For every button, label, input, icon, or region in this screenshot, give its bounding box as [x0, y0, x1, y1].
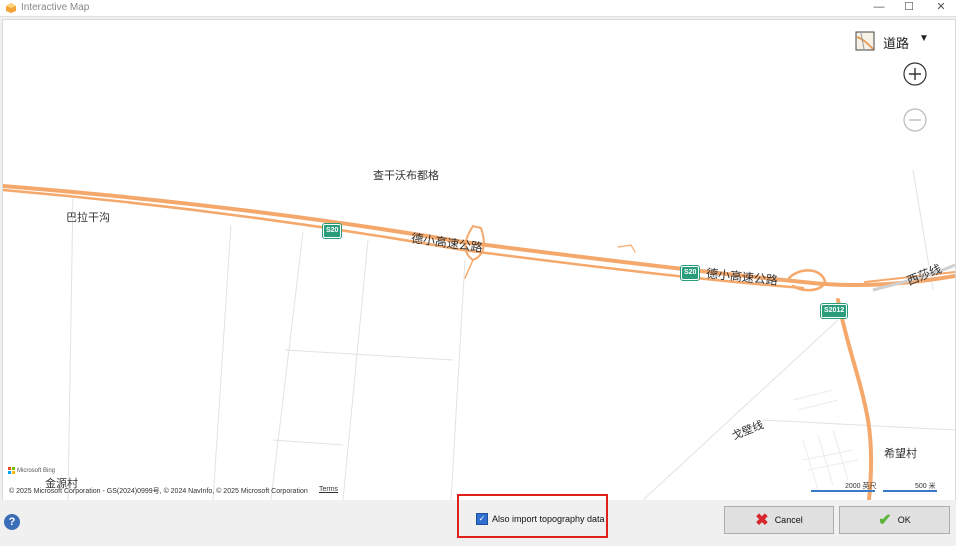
maximize-button[interactable]: ☐: [894, 0, 924, 16]
microsoft-logo-icon: [8, 467, 15, 474]
scale-bar-imperial: [811, 490, 875, 492]
help-button[interactable]: ?: [4, 514, 20, 530]
title-bar: Interactive Map — ☐ ✕: [0, 0, 956, 17]
route-shield: S20: [321, 223, 343, 239]
logo-text: Microsoft Bing: [17, 467, 56, 474]
map-view[interactable]: 查干沃布都格 巴拉干沟 金源村 希望村 德小高速公路 德小高速公路 西莎线 戈壁…: [2, 19, 956, 501]
ok-label: OK: [897, 515, 911, 525]
scale-bar-metric: [883, 490, 937, 492]
place-label: 希望村: [884, 448, 917, 460]
minimize-button[interactable]: —: [864, 0, 894, 16]
place-label: 查干沃布都格: [373, 170, 439, 182]
bing-logo: Microsoft Bing: [8, 467, 55, 474]
map-type-label: 道路: [883, 36, 910, 51]
terms-link[interactable]: Terms: [319, 486, 338, 493]
cancel-label: Cancel: [774, 515, 803, 525]
route-shield: S20: [679, 265, 701, 281]
road-network: [3, 169, 955, 500]
close-button[interactable]: ✕: [926, 0, 956, 16]
zoom-out-button[interactable]: [903, 108, 927, 132]
map-type-selector[interactable]: 道路 ▼: [851, 28, 931, 54]
place-label: 巴拉干沟: [66, 212, 110, 224]
ok-button[interactable]: ✔ OK: [839, 506, 950, 534]
check-icon: ✔: [878, 512, 892, 529]
checkbox-checked-icon[interactable]: ✓: [476, 513, 488, 525]
x-icon: ✖: [755, 512, 769, 529]
topography-checkbox[interactable]: ✓ Also import topography data: [476, 513, 605, 525]
checkbox-label[interactable]: Also import topography data: [492, 514, 605, 524]
dialog-footer: ? ✓ Also import topography data ✖ Cancel…: [0, 494, 956, 546]
app-icon: [6, 3, 16, 13]
copyright-text: © 2025 Microsoft Corporation - GS(2024)0…: [9, 488, 308, 495]
plus-icon: [903, 62, 927, 86]
window-title: Interactive Map: [21, 2, 90, 13]
caret-down-icon: ▼: [919, 33, 929, 44]
minus-icon: [903, 108, 927, 132]
road-map-icon: [855, 31, 875, 51]
zoom-in-button[interactable]: [903, 62, 927, 86]
cancel-button[interactable]: ✖ Cancel: [724, 506, 834, 534]
route-shield: S2012: [819, 303, 849, 319]
